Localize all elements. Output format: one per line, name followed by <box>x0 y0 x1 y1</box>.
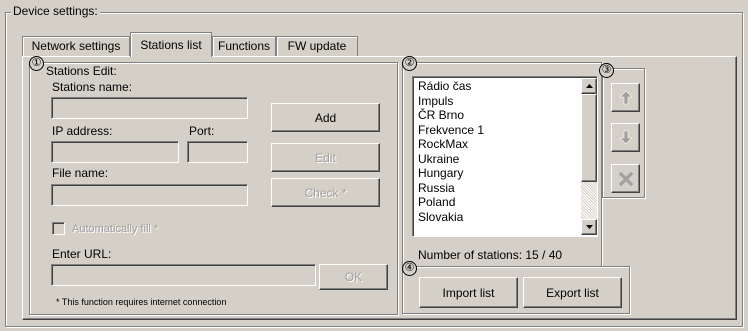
export-list-button[interactable]: Export list <box>523 277 622 308</box>
station-count: Number of stations: 15 / 40 <box>418 248 563 262</box>
tab-fw-update[interactable]: FW update <box>276 36 358 56</box>
list-item[interactable]: Frekvence 1 <box>415 123 580 138</box>
file-name-label: File name: <box>52 166 109 180</box>
enter-url-label: Enter URL: <box>52 247 112 261</box>
marker-4: ④ <box>402 261 417 276</box>
list-item[interactable]: Impuls <box>415 94 580 109</box>
stations-name-field[interactable] <box>51 97 248 119</box>
marker-1: ① <box>29 56 44 71</box>
stations-name-label: Stations name: <box>52 80 133 94</box>
internet-footnote: * This function requires internet connec… <box>56 297 227 307</box>
autofill-label: Automatically fill * <box>72 223 159 235</box>
list-item[interactable]: Slovakia <box>415 210 580 225</box>
scroll-down-button[interactable] <box>581 219 597 235</box>
list-item[interactable]: Russia <box>415 181 580 196</box>
tab-network-settings[interactable]: Network settings <box>22 36 130 56</box>
vertical-scrollbar[interactable] <box>581 78 597 235</box>
tab-stations-list[interactable]: Stations list <box>130 32 212 57</box>
device-settings-title: Device settings: <box>11 4 100 18</box>
list-item[interactable]: Poland <box>415 195 580 210</box>
list-item[interactable]: Rádio čas <box>415 79 580 94</box>
url-field[interactable] <box>51 264 316 286</box>
arrow-down-icon <box>618 130 633 145</box>
stations-edit-title: Stations Edit: <box>44 64 119 78</box>
port-field[interactable] <box>187 141 248 163</box>
marker-2: ② <box>402 56 417 71</box>
scroll-down-arrow-icon <box>585 225 593 229</box>
check-button[interactable]: Check * <box>271 178 380 207</box>
import-list-button[interactable]: Import list <box>419 277 518 308</box>
scroll-up-button[interactable] <box>581 78 597 94</box>
ip-address-label: IP address: <box>52 124 113 138</box>
stations-list-items: Rádio čas Impuls ČR Brno Frekvence 1 Roc… <box>415 79 580 224</box>
ip-address-field[interactable] <box>51 141 179 163</box>
move-down-button[interactable] <box>611 123 640 152</box>
stations-listbox[interactable]: Rádio čas Impuls ČR Brno Frekvence 1 Roc… <box>412 76 598 237</box>
file-name-field[interactable] <box>51 184 248 206</box>
tab-functions[interactable]: Functions <box>212 36 276 56</box>
delete-x-icon <box>618 171 633 186</box>
delete-button[interactable] <box>611 164 640 193</box>
add-button[interactable]: Add <box>271 103 380 132</box>
move-up-button[interactable] <box>611 83 640 112</box>
scroll-thumb[interactable] <box>581 94 597 182</box>
port-label: Port: <box>189 124 215 138</box>
list-item[interactable]: Hungary <box>415 166 580 181</box>
list-item[interactable]: ČR Brno <box>415 108 580 123</box>
autofill-checkbox[interactable] <box>52 222 65 235</box>
edit-button[interactable]: Edit <box>271 143 380 172</box>
arrow-up-icon <box>618 90 633 105</box>
ok-button[interactable]: OK <box>319 264 388 290</box>
marker-3: ③ <box>599 63 614 78</box>
list-item[interactable]: Ukraine <box>415 152 580 167</box>
list-item[interactable]: RockMax <box>415 137 580 152</box>
scroll-up-arrow-icon <box>585 84 593 88</box>
